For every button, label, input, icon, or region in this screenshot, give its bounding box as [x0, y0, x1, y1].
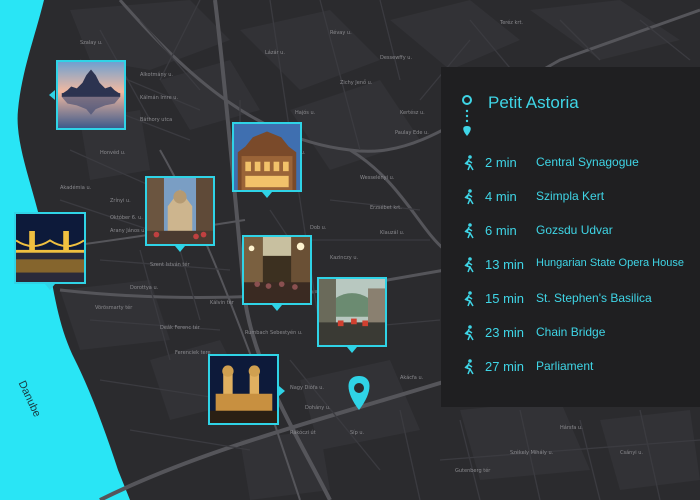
walking-person-icon [464, 359, 474, 375]
photo-pointer [45, 284, 55, 290]
route-item[interactable]: 4 min Szimpla Kert [441, 187, 700, 209]
street-label: Ferenciek tere [175, 350, 211, 356]
street-label: Zichy Jenő u. [340, 80, 373, 86]
street-label: Dohány u. [305, 405, 331, 411]
photo-parliament[interactable] [56, 60, 126, 130]
street-label: Rákóczi út [290, 430, 316, 436]
photo-pointer [272, 305, 282, 311]
street-label: Honvéd u. [100, 150, 126, 156]
route-origin-icon [462, 95, 472, 136]
route-time: 6 min [485, 223, 517, 238]
street-label: Akácfa u. [400, 375, 424, 381]
street-label: Teréz krt. [500, 20, 524, 26]
photo-pointer [49, 90, 55, 100]
route-item[interactable]: 15 min St. Stephen's Basilica [441, 289, 700, 311]
street-label: Nagy Diófa u. [290, 385, 324, 391]
route-time: 13 min [485, 257, 525, 272]
photo-gozsdu-udvar[interactable] [242, 235, 312, 305]
central-synagogue-image [210, 356, 277, 423]
route-time: 27 min [485, 359, 525, 374]
photo-pointer [262, 192, 272, 198]
street-label: Klauzál u. [380, 230, 405, 236]
street-label: Kazinczy u. [330, 255, 359, 261]
photo-central-synagogue[interactable] [208, 354, 279, 425]
street-label: Október 6. u. [110, 215, 143, 221]
street-label: Gutenberg tér [455, 468, 491, 474]
street-label: Révay u. [330, 30, 352, 36]
street-label: Báthory utca [140, 117, 173, 123]
street-label: Székely Mihály u. [510, 450, 554, 456]
route-destination: Chain Bridge [536, 325, 606, 339]
street-label: Arany János u. [110, 228, 146, 234]
photo-basilica[interactable] [145, 176, 215, 246]
route-time: 4 min [485, 189, 517, 204]
street-label: Akadémia u. [60, 185, 92, 191]
route-item[interactable]: 27 min Parliament [441, 357, 700, 379]
street-label: Kertész u. [400, 110, 425, 116]
route-destination: St. Stephen's Basilica [536, 291, 652, 305]
route-destination: Hungarian State Opera House [536, 257, 684, 269]
street-label: Lázár u. [265, 50, 285, 56]
walking-person-icon [464, 223, 474, 239]
street-label: Szent István tér [150, 262, 190, 268]
route-destination: Central Synagogue [536, 155, 639, 169]
route-item[interactable]: 13 min Hungarian State Opera House [441, 255, 700, 277]
street-label: Dorottya u. [130, 285, 159, 291]
walking-person-icon [464, 291, 474, 307]
street-label: Csányi u. [620, 450, 644, 456]
route-destination: Szimpla Kert [536, 189, 605, 203]
street-label: Erzsébet krt. [370, 205, 402, 211]
chain-bridge-image [16, 214, 84, 282]
street-label: Dob u. [310, 225, 327, 231]
street-label: Hajós u. [295, 110, 316, 116]
street-label: Szalay u. [80, 40, 103, 46]
route-time: 15 min [485, 291, 525, 306]
photo-opera-house[interactable] [232, 122, 302, 192]
photo-pointer [279, 386, 285, 396]
walking-person-icon [464, 325, 474, 341]
street-label: Zrínyi u. [110, 198, 131, 204]
opera-house-image [234, 124, 300, 190]
street-label: Vörösmarty tér [95, 305, 133, 311]
route-destination: Gozsdu Udvar [536, 223, 613, 237]
walking-person-icon [464, 155, 474, 171]
route-item[interactable]: 6 min Gozsdu Udvar [441, 221, 700, 243]
photo-pointer [175, 246, 185, 252]
route-time: 2 min [485, 155, 517, 170]
street-label: Wesselényi u. [360, 175, 395, 181]
route-item[interactable]: 2 min Central Synagogue [441, 153, 700, 175]
street-label: Alkotmány u. [140, 72, 173, 78]
photo-szimpla-kert[interactable] [317, 277, 387, 347]
street-label: Rumbach Sebestyén u. [245, 330, 303, 336]
parliament-image [58, 62, 124, 128]
street-label: Dessewffy u. [380, 55, 413, 61]
photo-chain-bridge[interactable] [14, 212, 86, 284]
route-item[interactable]: 23 min Chain Bridge [441, 323, 700, 345]
street-label: Hársfa u. [560, 425, 583, 431]
street-label: Paulay Ede u. [395, 130, 429, 136]
walking-person-icon [464, 257, 474, 273]
street-label: Kálmán Imre u. [140, 95, 179, 101]
street-label: Kálvin tér [210, 300, 234, 306]
street-label: Síp u. [350, 430, 365, 436]
route-time: 23 min [485, 325, 525, 340]
route-destination: Parliament [536, 359, 594, 373]
panel-title: Petit Astoria [488, 93, 579, 112]
street-label: Deák Ferenc tér [160, 325, 200, 331]
route-panel: Petit Astoria 2 min Central Synagogue 4 … [441, 67, 700, 407]
szimpla-kert-image [319, 279, 385, 345]
gozsdu-udvar-image [244, 237, 310, 303]
photo-pointer [347, 347, 357, 353]
basilica-image [147, 178, 213, 244]
walking-person-icon [464, 189, 474, 205]
